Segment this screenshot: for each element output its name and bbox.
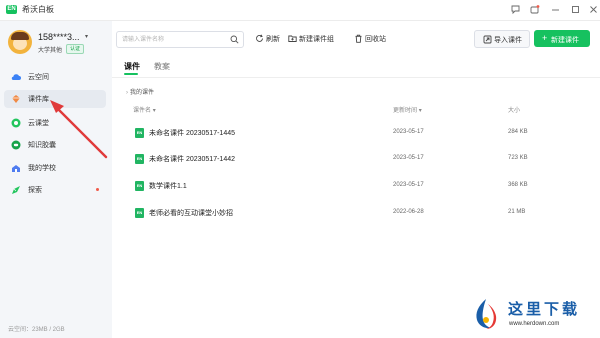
main-panel: 刷新 新建课件组 回收站 导入课件 + 新建课件 课件 教案 ›我的课件 课件名… <box>112 21 600 338</box>
tab-courseware[interactable]: 课件 <box>124 61 140 72</box>
storage-usage: 云空间：23MB / 2GB <box>8 327 65 333</box>
sidebar-item-label: 知识胶囊 <box>28 142 56 149</box>
file-name: 老师必看的互动课堂小妙招 <box>149 210 233 217</box>
new-courseware-label: 新建课件 <box>551 37 579 44</box>
cloud-icon <box>11 74 21 81</box>
import-icon <box>483 35 492 44</box>
feedback-icon[interactable] <box>510 4 521 15</box>
close-icon[interactable] <box>588 4 599 15</box>
table-row[interactable]: EN 未命名课件 20230517-1442 2023-05-17 723 KB <box>122 150 590 168</box>
school-icon <box>12 165 20 172</box>
plus-icon: + <box>542 33 548 43</box>
refresh-label: 刷新 <box>266 36 280 43</box>
folder-add-icon <box>288 35 297 42</box>
chevron-down-icon[interactable]: ▾ <box>85 33 88 40</box>
user-name[interactable]: 158****3... <box>38 32 80 42</box>
file-name: 未命名课件 20230517-1442 <box>149 156 235 163</box>
minimize-icon[interactable] <box>550 4 561 15</box>
file-date: 2022-06-28 <box>393 209 424 215</box>
courseware-file-icon: EN <box>135 154 144 164</box>
courseware-file-icon: EN <box>135 208 144 218</box>
watermark-url: www.herdown.com <box>509 321 560 327</box>
file-name: 未命名课件 20230517-1445 <box>149 130 235 137</box>
sort-icon: ▾ <box>418 108 422 114</box>
recycle-bin-button[interactable]: 回收站 <box>354 32 388 46</box>
import-courseware-button[interactable]: 导入课件 <box>474 30 530 48</box>
watermark: 这里下载 www.herdown.com <box>468 296 598 336</box>
column-header-updated[interactable]: 更新时间 ▾ <box>393 105 422 114</box>
sidebar-item-cloud-class[interactable]: 云课堂 <box>4 114 106 132</box>
tab-active-indicator <box>124 73 138 75</box>
message-icon[interactable] <box>529 4 540 15</box>
sidebar-item-label: 我的学校 <box>28 165 56 172</box>
refresh-icon <box>256 34 263 42</box>
cloud-class-icon <box>11 118 21 128</box>
tab-lesson-plan[interactable]: 教案 <box>154 61 170 72</box>
file-size: 21 MB <box>508 209 526 215</box>
file-size: 723 KB <box>508 155 528 161</box>
chevron-right-icon: › <box>126 90 128 96</box>
breadcrumb-label: 我的课件 <box>130 90 155 96</box>
new-group-label: 新建课件组 <box>299 36 334 43</box>
table-row[interactable]: EN 老师必看的互动课堂小妙招 2022-06-28 21 MB <box>122 204 590 222</box>
sort-icon: ▾ <box>152 108 156 114</box>
file-size: 368 KB <box>508 182 528 188</box>
app-title: 希沃白板 <box>22 5 54 14</box>
sidebar-item-my-school[interactable]: 我的学校 <box>4 159 106 177</box>
sidebar: 158****3... ▾ 大学其他 认证 云空间 课件库 云课堂 知识胶囊 我… <box>0 21 112 338</box>
verified-badge: 认证 <box>66 44 85 54</box>
file-date: 2023-05-17 <box>393 129 424 135</box>
file-date: 2023-05-17 <box>393 182 424 188</box>
courseware-file-icon: EN <box>135 181 144 191</box>
avatar[interactable] <box>8 30 32 54</box>
title-bar: EN 希沃白板 <box>0 0 600 21</box>
explore-icon <box>12 186 20 194</box>
watermark-text: 这里下载 <box>508 300 581 318</box>
file-name: 数学课件1.1 <box>149 183 187 190</box>
import-label: 导入课件 <box>494 37 522 44</box>
sidebar-item-courseware[interactable]: 课件库 <box>4 90 106 108</box>
column-header-size: 大小 <box>508 108 521 114</box>
file-size: 284 KB <box>508 129 528 135</box>
notification-dot <box>96 188 99 191</box>
column-header-name-label: 课件名 <box>133 108 152 114</box>
table-row[interactable]: EN 数学课件1.1 2023-05-17 368 KB <box>122 177 590 195</box>
refresh-button[interactable]: 刷新 <box>255 32 281 46</box>
sidebar-item-cloud-space[interactable]: 云空间 <box>4 68 106 86</box>
sidebar-item-knowledge-capsule[interactable]: 知识胶囊 <box>4 136 106 154</box>
file-date: 2023-05-17 <box>393 155 424 161</box>
table-row[interactable]: EN 未命名课件 20230517-1445 2023-05-17 284 KB <box>122 124 590 142</box>
sidebar-item-label: 课件库 <box>28 96 49 103</box>
sidebar-item-label: 云空间 <box>28 74 49 81</box>
sidebar-item-label: 探索 <box>28 187 42 194</box>
divider <box>112 77 600 78</box>
maximize-icon[interactable] <box>570 4 581 15</box>
capsule-icon <box>11 140 21 150</box>
sidebar-item-explore[interactable]: 探索 <box>4 181 106 199</box>
recycle-bin-label: 回收站 <box>365 36 386 43</box>
avatar-hair <box>11 32 29 40</box>
search-input[interactable] <box>122 34 222 45</box>
courseware-icon <box>12 95 20 103</box>
search-icon[interactable] <box>230 35 239 44</box>
sidebar-item-label: 云课堂 <box>28 120 49 127</box>
breadcrumb[interactable]: › 我的课件 <box>126 87 154 96</box>
column-header-name[interactable]: 课件名 ▾ <box>133 105 156 114</box>
trash-icon <box>355 34 362 43</box>
courseware-file-icon: EN <box>135 128 144 138</box>
new-group-button[interactable]: 新建课件组 <box>288 32 340 46</box>
new-courseware-button[interactable]: + 新建课件 <box>534 30 590 47</box>
search-box[interactable] <box>116 31 244 48</box>
watermark-logo-icon <box>476 299 497 329</box>
app-logo-icon: EN <box>6 5 17 14</box>
column-header-updated-label: 更新时间 <box>393 108 418 114</box>
user-org: 大学其他 <box>38 48 63 54</box>
